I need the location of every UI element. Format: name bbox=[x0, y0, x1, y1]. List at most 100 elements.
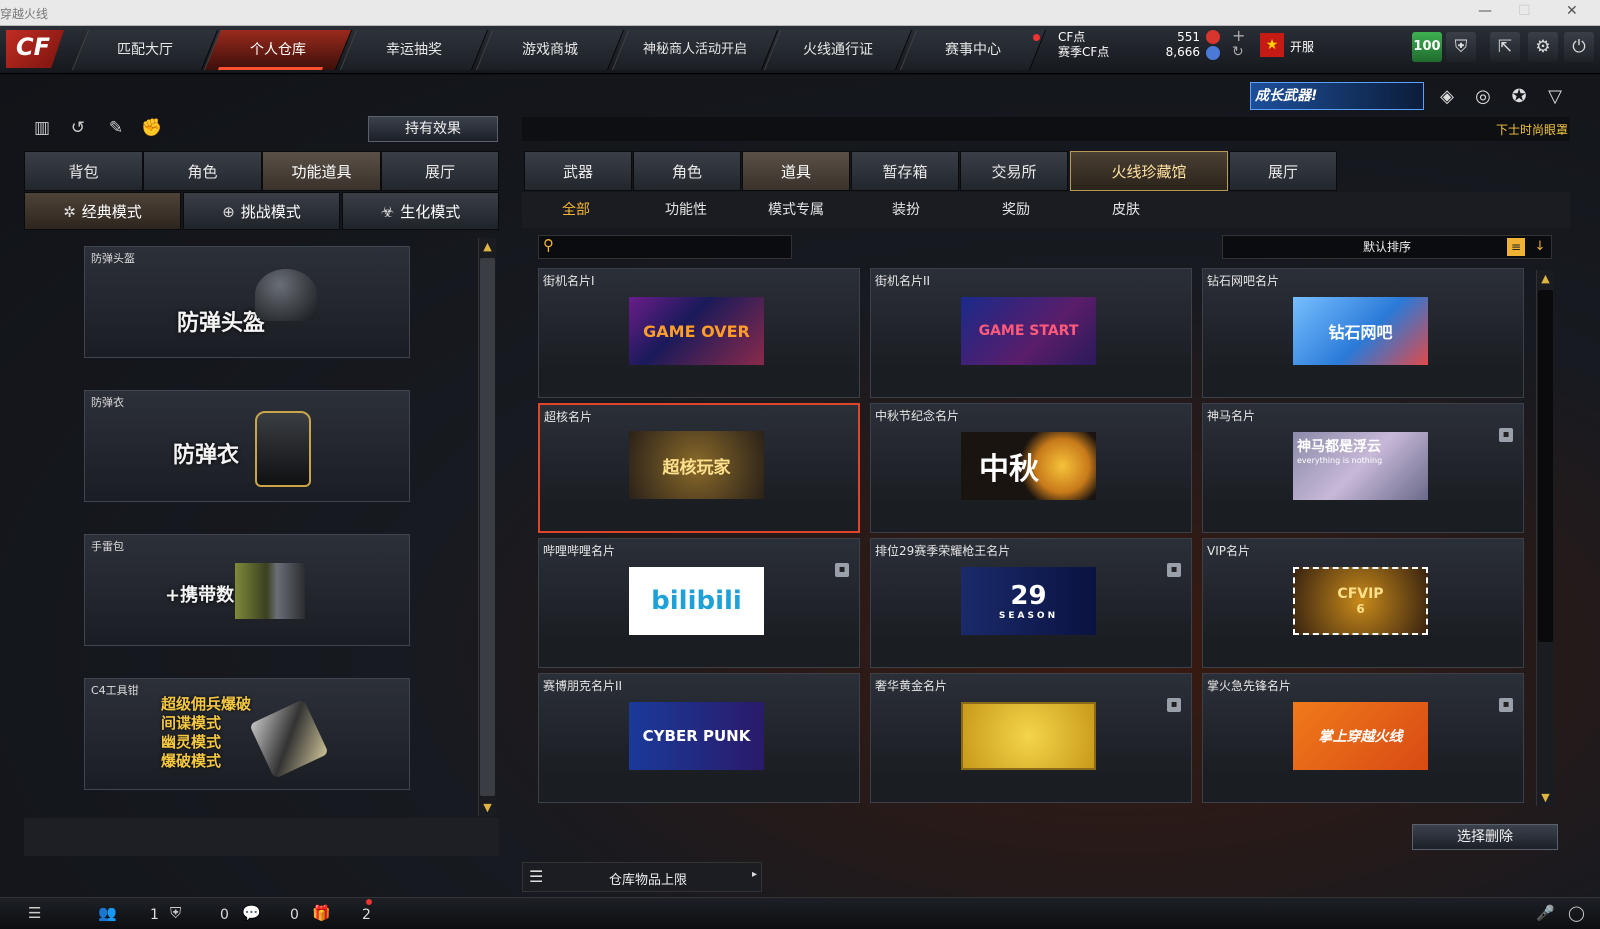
subtab-mode-exclusive[interactable]: 模式专属 bbox=[746, 195, 846, 225]
tab-event-center[interactable]: 赛事中心 bbox=[899, 30, 1047, 70]
refresh-icon[interactable]: ↻ bbox=[1232, 44, 1244, 60]
badge-icon[interactable]: ◈ bbox=[1434, 84, 1460, 110]
exit-icon[interactable]: ⇱ bbox=[1490, 32, 1520, 62]
trash-icon[interactable]: ▪ bbox=[1499, 698, 1513, 712]
maximize-icon[interactable]: ☐ bbox=[1518, 3, 1531, 19]
trash-icon[interactable]: ▪ bbox=[1499, 428, 1513, 442]
scroll-up-icon[interactable]: ▲ bbox=[479, 240, 496, 253]
expand-arrow-icon[interactable]: ▸ bbox=[752, 869, 757, 880]
card-diamond-cafe[interactable]: 钻石网吧名片 钻石网吧 bbox=[1202, 268, 1524, 398]
mode-classic[interactable]: ✲ 经典模式 bbox=[24, 192, 181, 230]
storage-limit-label: 仓库物品上限 bbox=[609, 873, 688, 888]
v-badge-icon[interactable]: ▽ bbox=[1542, 84, 1568, 110]
power-icon[interactable]: ⏻ bbox=[1564, 32, 1594, 62]
search-icon: ⚲ bbox=[543, 236, 554, 254]
clan-shield-icon[interactable]: ⛨ bbox=[170, 904, 181, 922]
tab-character[interactable]: 角色 bbox=[143, 151, 262, 191]
tab-showroom-right[interactable]: 展厅 bbox=[1229, 151, 1337, 191]
tab-battle-pass[interactable]: 火线通行证 bbox=[763, 30, 913, 70]
card-cyberpunk[interactable]: 赛博朋克名片II CYBER PUNK bbox=[538, 673, 860, 803]
scroll-thumb[interactable] bbox=[480, 258, 495, 796]
item-helmet[interactable]: 防弹头盔 防弹头盔 bbox=[84, 246, 410, 358]
subtab-all[interactable]: 全部 bbox=[526, 195, 626, 225]
card-arcade-1[interactable]: 街机名片I GAME OVER bbox=[538, 268, 860, 398]
tab-game-store[interactable]: 游戏商城 bbox=[475, 30, 625, 70]
gift-icon[interactable]: 🎁 bbox=[312, 904, 331, 922]
tab-personal-warehouse[interactable]: 个人仓库 bbox=[203, 30, 353, 70]
tab-functional-items[interactable]: 功能道具 bbox=[262, 151, 381, 191]
growth-weapon-banner[interactable]: 成长武器! bbox=[1250, 82, 1424, 110]
left-scrollbar[interactable]: ▲ ▼ bbox=[478, 238, 496, 816]
refresh-circle-icon[interactable]: ◯ bbox=[1568, 904, 1585, 922]
tab-characters[interactable]: 角色 bbox=[633, 151, 741, 191]
globe-icon[interactable]: ◎ bbox=[1470, 84, 1496, 110]
trash-icon[interactable]: ▪ bbox=[1167, 698, 1181, 712]
grenade-icon[interactable]: ✊ bbox=[140, 116, 164, 140]
card-season-29[interactable]: 排位29赛季荣耀枪王名片 ▪ 29 SEASON bbox=[870, 538, 1192, 668]
scroll-up-icon[interactable]: ▲ bbox=[1537, 272, 1554, 285]
sort-dropdown[interactable]: 默认排序 ≡ ↓ bbox=[1222, 235, 1552, 259]
card-luxury-gold[interactable]: 奢华黄金名片 ▪ bbox=[870, 673, 1192, 803]
subtab-rewards[interactable]: 奖励 bbox=[966, 195, 1066, 225]
item-grenade-pack[interactable]: 手雷包 +携带数 bbox=[84, 534, 410, 646]
tab-showroom-left[interactable]: 展厅 bbox=[381, 151, 499, 191]
tab-items[interactable]: 道具 bbox=[742, 151, 850, 191]
game-over-image: GAME OVER bbox=[629, 297, 764, 365]
select-delete-button[interactable]: 选择删除 bbox=[1412, 824, 1558, 850]
card-caption: 排位29赛季荣耀枪王名片 bbox=[875, 544, 1011, 558]
pioneer-image: 掌上穿越火线 bbox=[1293, 702, 1428, 770]
cyberpunk-image: CYBER PUNK bbox=[629, 702, 764, 770]
list-view-icon[interactable]: ≡ bbox=[1507, 238, 1525, 256]
chat-icon[interactable]: 💬 bbox=[242, 904, 261, 922]
microphone-icon[interactable]: 🎤 bbox=[1536, 904, 1555, 922]
trash-icon[interactable]: ▪ bbox=[1167, 563, 1181, 577]
super-core-image: 超核玩家 bbox=[629, 431, 764, 499]
held-effects-button[interactable]: 持有效果 bbox=[368, 116, 498, 142]
level-badge[interactable]: 100 bbox=[1412, 32, 1442, 62]
tab-temp-box[interactable]: 暂存箱 bbox=[851, 151, 959, 191]
mode-zombie[interactable]: ☣ 生化模式 bbox=[342, 192, 499, 230]
friends-icon[interactable]: 👥 bbox=[98, 904, 117, 922]
mode-challenge[interactable]: ⊕ 挑战模式 bbox=[183, 192, 340, 230]
right-scrollbar[interactable]: ▲ ▼ bbox=[1536, 270, 1554, 806]
scroll-down-icon[interactable]: ▼ bbox=[479, 801, 496, 814]
cf-coin-icon bbox=[1206, 30, 1220, 44]
storage-limit-bar[interactable]: ☰ 仓库物品上限 ▸ bbox=[522, 862, 762, 892]
card-mid-autumn[interactable]: 中秋节纪念名片 中秋 bbox=[870, 403, 1192, 533]
item-vest[interactable]: 防弹衣 防弹衣 bbox=[84, 390, 410, 502]
tab-mystery-merchant[interactable]: 神秘商人活动开启 bbox=[611, 30, 779, 70]
tab-backpack[interactable]: 背包 bbox=[24, 151, 143, 191]
tab-exchange[interactable]: 交易所 bbox=[960, 151, 1068, 191]
scroll-thumb[interactable] bbox=[1538, 290, 1553, 642]
card-super-core[interactable]: 超核名片 超核玩家 bbox=[538, 403, 860, 533]
shield-icon[interactable]: ⛨ bbox=[1446, 32, 1476, 62]
search-input[interactable]: ⚲ bbox=[538, 235, 792, 259]
card-bilibili[interactable]: 哔哩哔哩名片 ▪ bilibili bbox=[538, 538, 860, 668]
tab-weapons[interactable]: 武器 bbox=[524, 151, 632, 191]
china-flag-icon[interactable]: ★ bbox=[1260, 33, 1284, 57]
minimize-icon[interactable]: — bbox=[1478, 3, 1492, 19]
tab-match-lobby[interactable]: 匹配大厅 bbox=[71, 30, 219, 70]
subtab-decoration[interactable]: 装扮 bbox=[856, 195, 956, 225]
cf-logo[interactable]: CF bbox=[6, 30, 64, 68]
spray-icon[interactable]: ✎ bbox=[104, 116, 128, 140]
gear-icon[interactable]: ⚙ bbox=[1528, 32, 1558, 62]
menu-list-icon[interactable]: ☰ bbox=[28, 904, 41, 922]
tab-collection-hall[interactable]: 火线珍藏馆 bbox=[1070, 151, 1228, 191]
item-c4-pliers[interactable]: C4工具钳 超级佣兵爆破 间谍模式 幽灵模式 爆破模式 bbox=[84, 678, 410, 790]
sort-direction-icon[interactable]: ↓ bbox=[1531, 238, 1549, 256]
card-arcade-2[interactable]: 街机名片II GAME START bbox=[870, 268, 1192, 398]
card-shenma[interactable]: 神马名片 ▪ 神马都是浮云 everything is nothing bbox=[1202, 403, 1524, 533]
scroll-down-icon[interactable]: ▼ bbox=[1537, 791, 1554, 804]
trash-icon[interactable]: ▪ bbox=[835, 563, 849, 577]
add-icon[interactable]: + bbox=[1232, 26, 1245, 45]
card-pioneer[interactable]: 掌火急先锋名片 ▪ 掌上穿越火线 bbox=[1202, 673, 1524, 803]
subtab-functional[interactable]: 功能性 bbox=[636, 195, 736, 225]
star-badge-icon[interactable]: ✪ bbox=[1506, 84, 1532, 110]
history-icon[interactable]: ↺ bbox=[66, 116, 90, 140]
subtab-skins[interactable]: 皮肤 bbox=[1076, 195, 1176, 225]
tab-lucky-draw[interactable]: 幸运抽奖 bbox=[339, 30, 489, 70]
close-icon[interactable]: ✕ bbox=[1566, 3, 1578, 19]
chart-icon[interactable]: ▥ bbox=[30, 116, 54, 140]
card-vip[interactable]: VIP名片 CFVIP 6 bbox=[1202, 538, 1524, 668]
